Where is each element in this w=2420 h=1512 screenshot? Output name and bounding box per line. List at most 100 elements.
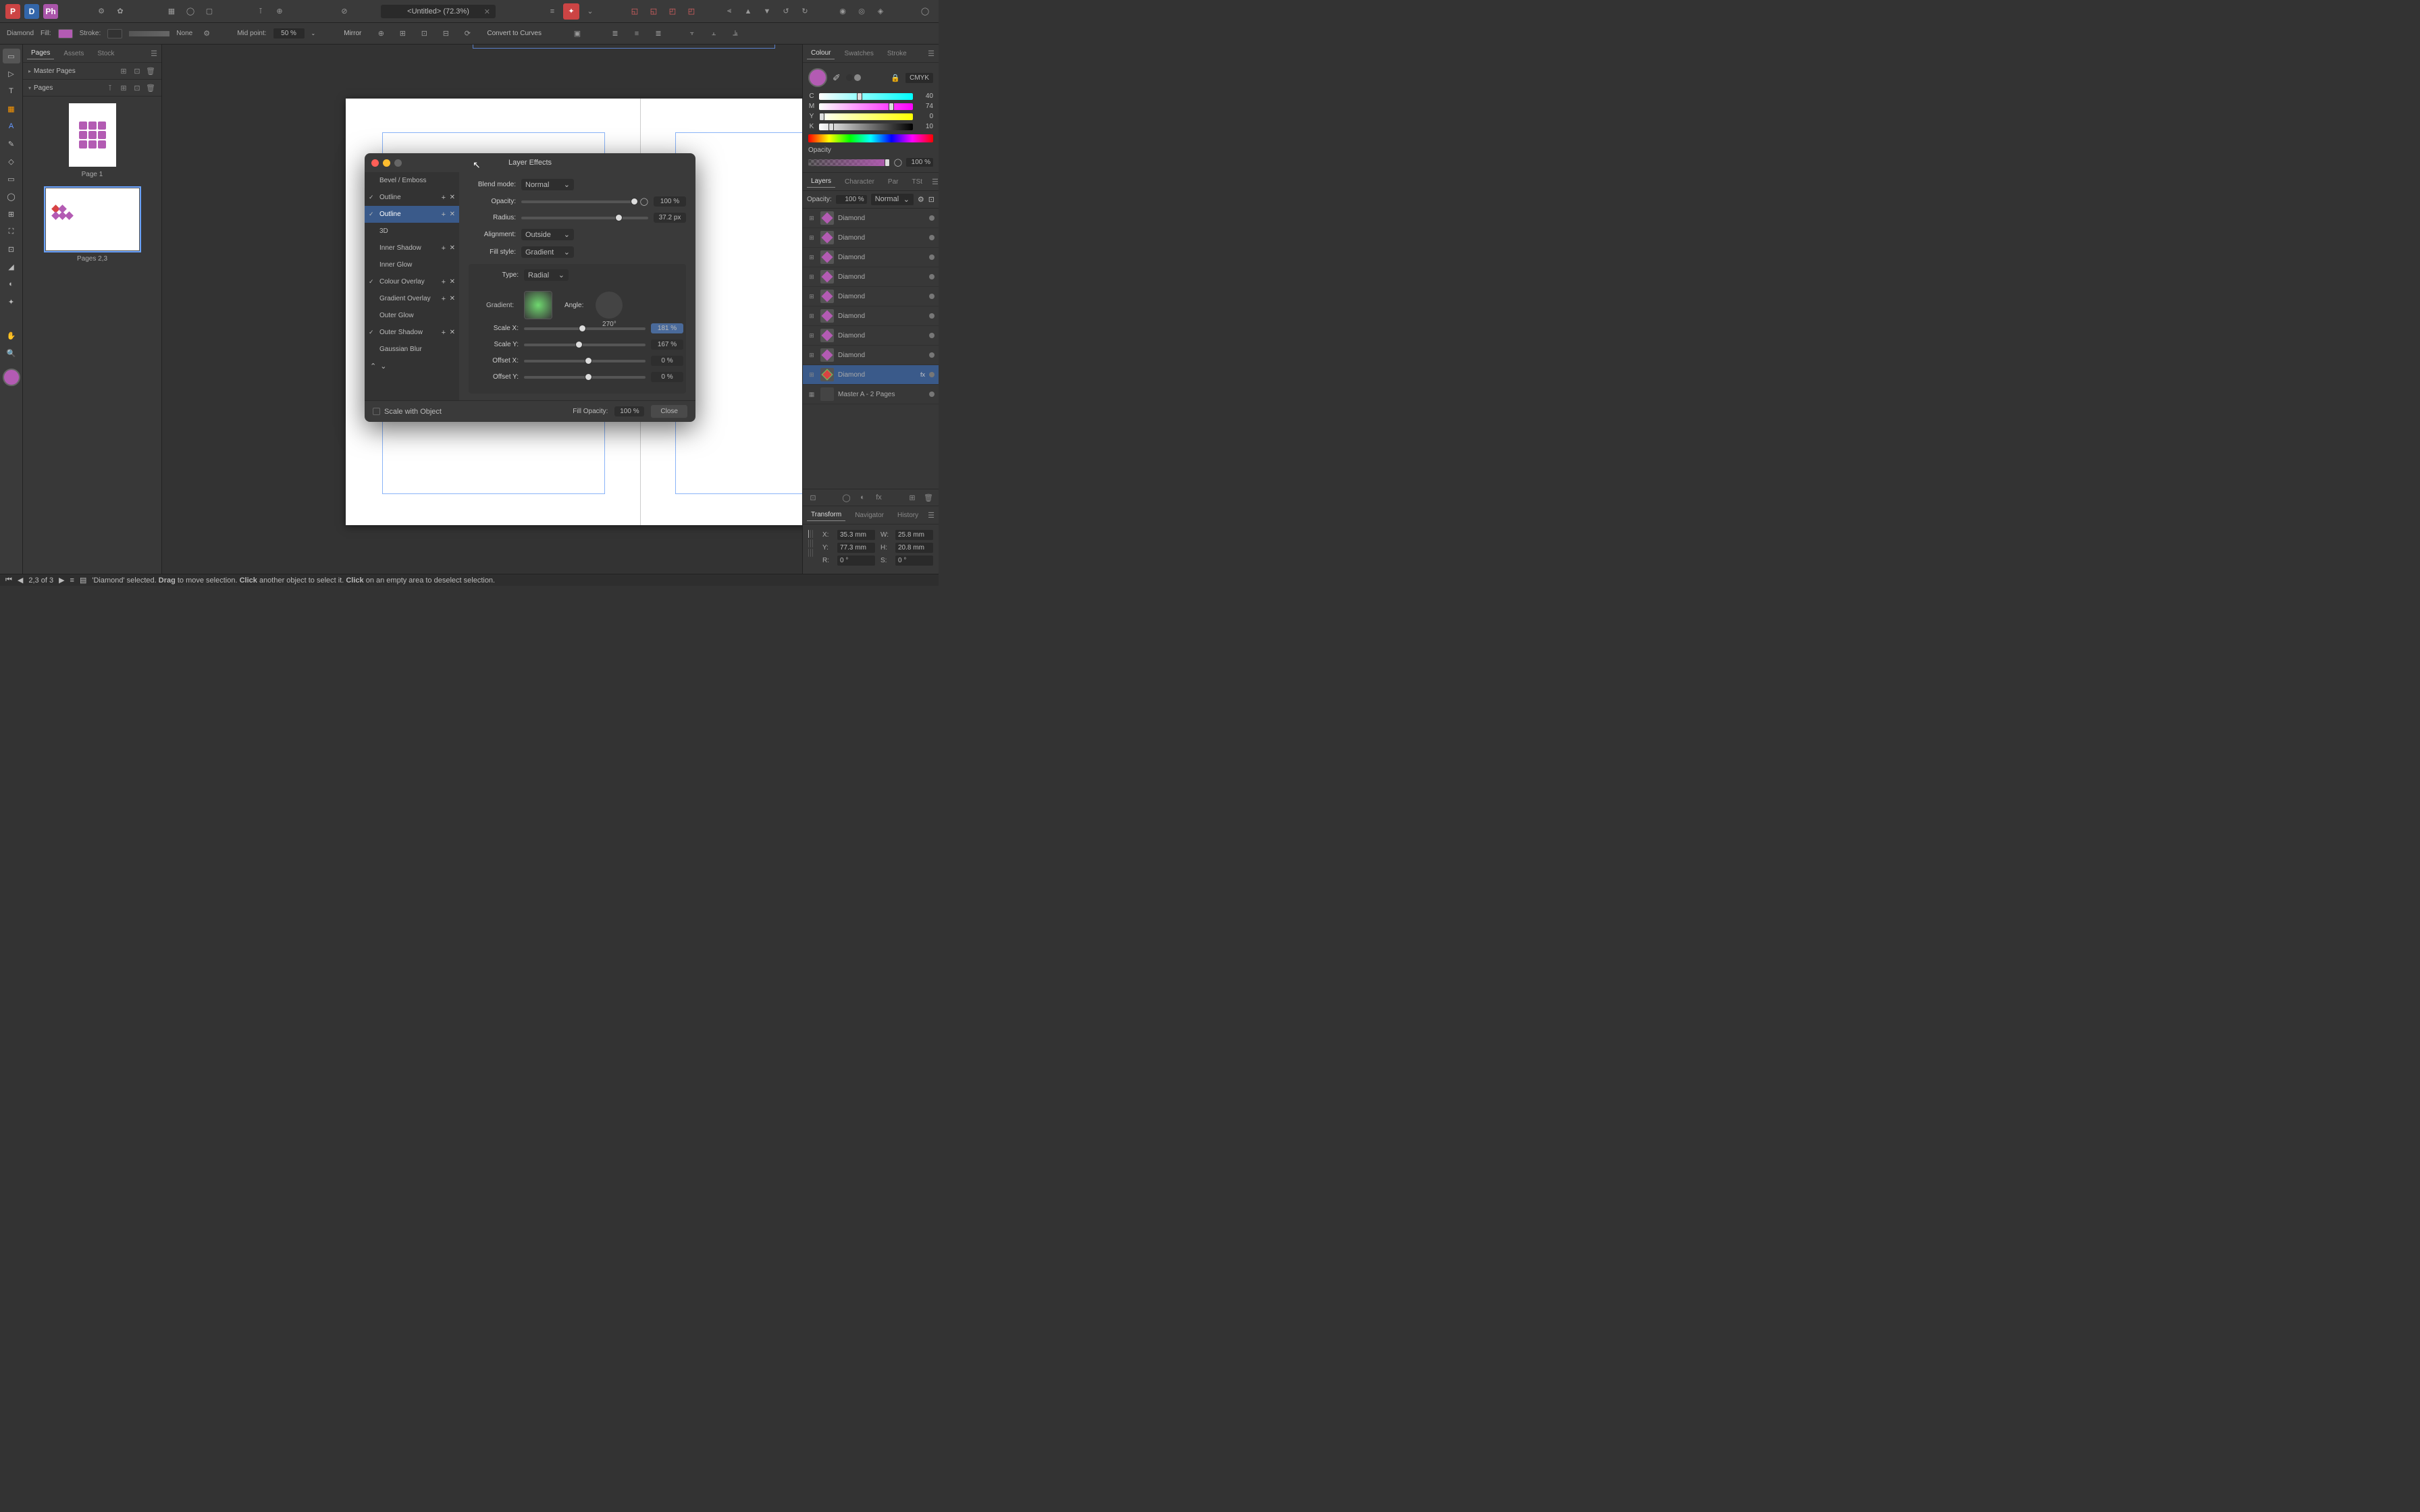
clip-icon[interactable]: ▢ <box>201 3 217 20</box>
first-page-icon[interactable]: ⏮ <box>5 576 12 585</box>
shape-tool[interactable]: ◇ <box>3 154 20 169</box>
transform-origin-icon[interactable]: ⊕ <box>373 27 388 40</box>
effect-item[interactable]: ✓Outline+✕ <box>365 189 459 206</box>
transform-x[interactable]: 35.3 mm <box>837 530 875 540</box>
move-up-icon[interactable]: ⌃ <box>370 362 376 371</box>
adjust-icon[interactable]: ◐ <box>857 492 869 503</box>
layer-row[interactable]: ⊞Diamond <box>803 346 939 365</box>
fillstyle-select[interactable]: Gradient⌄ <box>521 246 574 258</box>
delete-page-icon[interactable]: 🗑 <box>145 82 156 93</box>
chevron-down-icon[interactable]: ▾ <box>28 85 31 91</box>
remove-effect-icon[interactable]: ✕ <box>450 211 455 218</box>
preferences-icon[interactable]: ⚙ <box>93 3 109 20</box>
close-button[interactable]: Close <box>651 405 687 418</box>
scalex-field[interactable]: 181 % <box>651 323 683 333</box>
show-rotation-icon[interactable]: ⊞ <box>395 27 410 40</box>
add-effect-icon[interactable]: + <box>442 329 446 337</box>
panel-menu-icon[interactable]: ☰ <box>151 49 157 58</box>
color-selector[interactable] <box>3 369 20 386</box>
alignment-select[interactable]: Outside⌄ <box>521 229 574 240</box>
effect-item[interactable]: Bevel / Emboss <box>365 172 459 189</box>
opacity-field[interactable]: 100 % <box>654 196 686 207</box>
tab-swatches[interactable]: Swatches <box>840 48 877 59</box>
photo-persona-icon[interactable]: Ph <box>43 4 58 19</box>
effect-item[interactable]: ✓Colour Overlay+✕ <box>365 273 459 290</box>
page-thumbnail-1[interactable] <box>69 103 116 167</box>
curves-icon[interactable]: ⟳ <box>460 27 475 40</box>
hide-selection-icon[interactable]: ⊡ <box>417 27 431 40</box>
tab-history[interactable]: History <box>893 510 922 521</box>
scaley-slider[interactable] <box>524 344 646 346</box>
add-master-icon[interactable]: ⊞ <box>118 65 129 76</box>
preflight-icon[interactable]: ✦ <box>563 3 579 20</box>
convert-curves-button[interactable]: Convert to Curves <box>481 28 547 39</box>
rectangle-tool[interactable]: ▭ <box>3 171 20 186</box>
midpoint-value[interactable]: 50 % <box>273 28 305 38</box>
fields-icon[interactable]: ≡ <box>544 3 560 20</box>
anchor-grid[interactable] <box>808 530 813 557</box>
flip-v-icon[interactable]: ▼ <box>759 3 775 20</box>
fx-icon[interactable]: fx <box>873 492 885 503</box>
layers-icon[interactable]: ◈ <box>872 3 889 20</box>
c-slider[interactable] <box>819 93 913 100</box>
align-b-icon[interactable]: ⫡ <box>728 27 743 40</box>
color-picker-tool[interactable]: ✦ <box>3 294 20 309</box>
view-tool[interactable]: ✋ <box>3 328 20 343</box>
zoom-tool[interactable]: 🔍 <box>3 346 20 360</box>
scale-with-object-checkbox[interactable]: Scale with Object <box>373 408 442 416</box>
layer-opacity-value[interactable]: 100 % <box>836 195 867 204</box>
color-well[interactable] <box>808 68 827 87</box>
baseline-icon[interactable]: ⊺ <box>253 3 269 20</box>
mirror-button[interactable]: Mirror <box>338 28 367 39</box>
add-effect-icon[interactable]: + <box>442 278 446 286</box>
transform-s[interactable]: 0 ° <box>895 556 933 566</box>
link-icon[interactable]: ⊘ <box>336 3 352 20</box>
m-slider[interactable] <box>819 103 913 110</box>
align-r-icon[interactable]: ≣ <box>651 27 666 40</box>
gradient-type-select[interactable]: Radial⌄ <box>524 269 569 281</box>
add-effect-icon[interactable]: + <box>442 211 446 219</box>
tab-stock[interactable]: Stock <box>93 48 118 59</box>
pen-tool[interactable]: ✎ <box>3 136 20 151</box>
sections-icon[interactable]: ▤ <box>80 576 86 585</box>
effect-item[interactable]: ✓Outline+✕ <box>365 206 459 223</box>
minimize-window-icon[interactable] <box>383 159 390 167</box>
flip-h-icon[interactable]: ▲ <box>740 3 756 20</box>
radius-field[interactable]: 37.2 px <box>654 213 686 223</box>
tab-navigator[interactable]: Navigator <box>851 510 888 521</box>
panel-menu-icon[interactable]: ☰ <box>928 49 935 58</box>
eyedropper-icon[interactable]: ✐ <box>833 72 841 84</box>
align-l-icon[interactable]: ≣ <box>608 27 623 40</box>
transform-w[interactable]: 25.8 mm <box>895 530 933 540</box>
node-tool[interactable]: ▷ <box>3 66 20 81</box>
publisher-persona-icon[interactable]: P <box>5 4 20 19</box>
duplicate-page-icon[interactable]: ⊡ <box>132 82 142 93</box>
remove-effect-icon[interactable]: ✕ <box>450 278 455 286</box>
offsety-field[interactable]: 0 % <box>651 372 683 382</box>
ellipse-tool[interactable]: ◯ <box>3 189 20 204</box>
opacity-link-icon[interactable]: ◯ <box>640 197 648 206</box>
hue-strip[interactable] <box>808 134 933 142</box>
transform-h[interactable]: 20.8 mm <box>895 543 933 553</box>
chevron-down-icon[interactable]: ⌄ <box>582 3 598 20</box>
add-layer-icon[interactable]: ⊞ <box>906 492 918 503</box>
opacity-slider[interactable] <box>521 200 635 203</box>
transform-r[interactable]: 0 ° <box>837 556 875 566</box>
layer-row[interactable]: ⊞Diamond <box>803 209 939 228</box>
master-layer-row[interactable]: ▦Master A - 2 Pages <box>803 385 939 404</box>
align-t-icon[interactable]: ⫟ <box>685 27 700 40</box>
align-m-icon[interactable]: ⫠ <box>706 27 721 40</box>
effect-item[interactable]: Gaussian Blur <box>365 341 459 358</box>
layer-row[interactable]: ⊞Diamond <box>803 248 939 267</box>
radius-slider[interactable] <box>521 217 648 219</box>
blend-mode-select[interactable]: Normal⌄ <box>521 179 574 190</box>
offsety-slider[interactable] <box>524 376 646 379</box>
tab-transform[interactable]: Transform <box>807 509 845 521</box>
rotate-cw-icon[interactable]: ↻ <box>797 3 813 20</box>
next-page-icon[interactable]: ▶ <box>59 576 64 585</box>
fill-opacity-field[interactable]: 100 % <box>614 406 644 416</box>
picture-frame-tool[interactable]: ⊞ <box>3 207 20 221</box>
table-tool[interactable]: ▦ <box>3 101 20 116</box>
snap-icon[interactable]: ⊕ <box>271 3 288 20</box>
layer-row[interactable]: ⊞Diamond <box>803 306 939 326</box>
